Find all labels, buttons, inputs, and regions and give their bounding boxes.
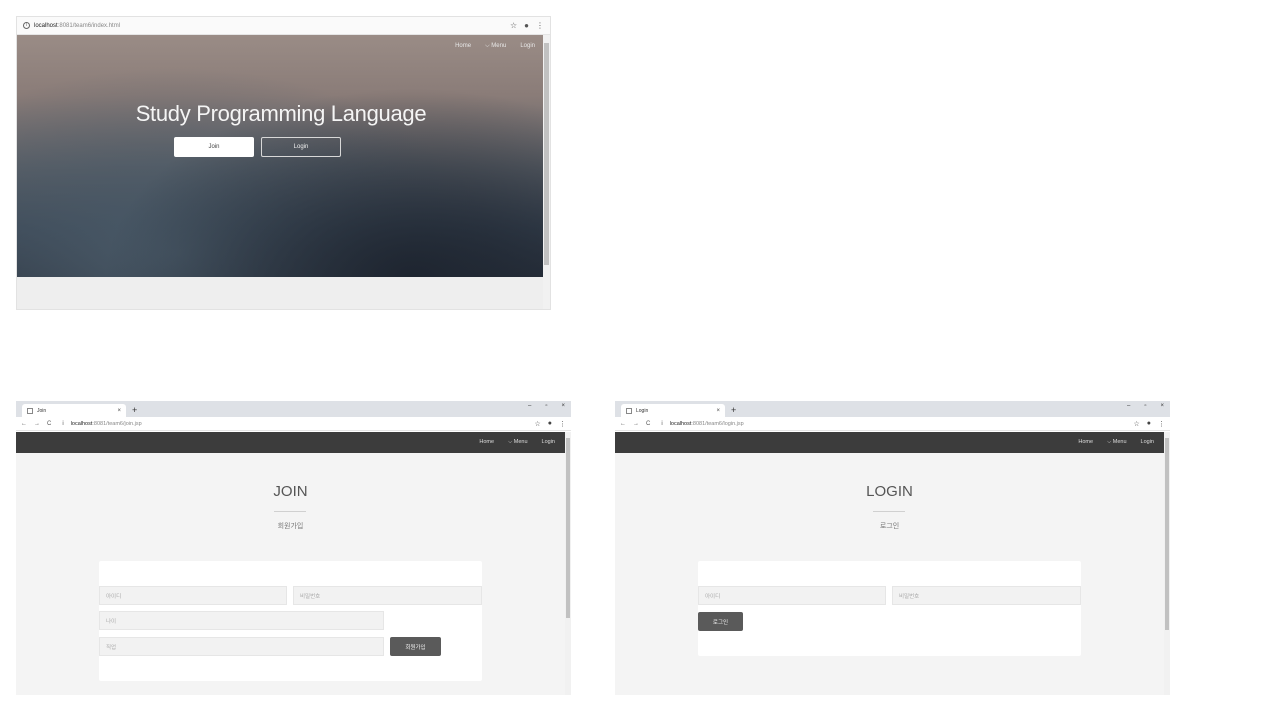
url-host: localhost xyxy=(34,22,58,29)
join-content: JOIN 회원가입 아이디 비밀번호 나이 직업 회원가입 xyxy=(16,453,565,695)
url-host: localhost xyxy=(70,420,93,427)
new-tab-button[interactable]: + xyxy=(731,405,736,415)
address-bar[interactable]: i localhost :8081/team6/join.jsp xyxy=(62,421,141,427)
page-subtitle: 로그인 xyxy=(879,523,900,530)
restore-icon[interactable]: ▫ xyxy=(1144,403,1146,409)
kebab-menu-icon[interactable]: ⋮ xyxy=(536,21,544,30)
scrollbar[interactable] xyxy=(1164,432,1170,695)
info-icon[interactable]: i xyxy=(661,421,662,427)
login-page-screenshot: Login × + – ▫ × ← → C i localhost :8081/… xyxy=(615,401,1170,695)
nav-home[interactable]: Home xyxy=(1078,439,1093,446)
site-navbar: Home ⌵ Menu Login xyxy=(615,432,1164,453)
tab-title: Login xyxy=(636,407,649,414)
url-path: :8081/team6/login.jsp xyxy=(691,420,744,427)
kebab-menu-icon[interactable]: ⋮ xyxy=(559,420,566,428)
account-icon[interactable]: ● xyxy=(1147,420,1151,427)
account-icon[interactable]: ● xyxy=(548,420,552,427)
favicon-icon xyxy=(626,407,632,414)
url-path: :8081/team6/index.html xyxy=(57,22,121,29)
toolbar: ← → C i localhost :8081/team6/login.jsp … xyxy=(615,417,1170,431)
back-icon[interactable]: ← xyxy=(21,421,27,427)
password-input[interactable]: 비밀번호 xyxy=(293,586,482,605)
job-input[interactable]: 직업 xyxy=(99,637,384,656)
address-bar[interactable]: i localhost :8081/team6/index.html ☆ ● ⋮ xyxy=(17,17,550,35)
nav-menu[interactable]: ⌵ Menu xyxy=(508,439,527,446)
reload-icon[interactable]: C xyxy=(47,421,51,427)
nav-home[interactable]: Home xyxy=(455,43,471,50)
tab-join[interactable]: Join × xyxy=(22,404,126,417)
account-icon[interactable]: ● xyxy=(524,21,529,30)
page-title: LOGIN xyxy=(866,483,913,500)
tab-strip: Login × + – ▫ × xyxy=(615,401,1170,417)
hero-title: Study Programming Language xyxy=(135,101,427,126)
star-icon[interactable]: ☆ xyxy=(510,21,517,30)
scrollbar-thumb[interactable] xyxy=(566,438,570,618)
nav-menu[interactable]: ⌵ Menu xyxy=(485,43,506,50)
tab-close-icon[interactable]: × xyxy=(117,408,121,414)
join-submit-button[interactable]: 회원가입 xyxy=(390,637,441,656)
nav-login[interactable]: Login xyxy=(520,43,535,50)
id-input[interactable]: 아이디 xyxy=(698,586,886,605)
nav-home[interactable]: Home xyxy=(479,439,494,446)
info-icon[interactable]: i xyxy=(62,421,63,427)
window-close-icon[interactable]: × xyxy=(561,403,565,409)
tab-close-icon[interactable]: × xyxy=(716,408,720,414)
restore-icon[interactable]: ▫ xyxy=(545,403,547,409)
minimize-icon[interactable]: – xyxy=(528,403,531,409)
page-footer-area xyxy=(17,277,545,309)
nav-menu[interactable]: ⌵ Menu xyxy=(1107,439,1126,446)
forward-icon[interactable]: → xyxy=(34,421,40,427)
login-submit-button[interactable]: 로그인 xyxy=(698,612,743,631)
index-page-screenshot: i localhost :8081/team6/index.html ☆ ● ⋮… xyxy=(16,16,551,310)
nav-login[interactable]: Login xyxy=(1141,439,1154,446)
site-navbar: Home ⌵ Menu Login xyxy=(16,432,565,453)
forward-icon[interactable]: → xyxy=(633,421,639,427)
star-icon[interactable]: ☆ xyxy=(534,420,540,428)
nav-login[interactable]: Login xyxy=(542,439,555,446)
join-form-card: 아이디 비밀번호 나이 직업 회원가입 xyxy=(99,561,482,681)
login-content: LOGIN 로그인 아이디 비밀번호 로그인 xyxy=(615,453,1164,695)
back-icon[interactable]: ← xyxy=(620,421,626,427)
scrollbar-thumb[interactable] xyxy=(544,43,549,265)
page-title: JOIN xyxy=(273,483,308,500)
tab-title: Join xyxy=(37,407,47,414)
tab-strip: Join × + – ▫ × xyxy=(16,401,571,417)
login-form-card: 아이디 비밀번호 로그인 xyxy=(698,561,1081,656)
address-bar[interactable]: i localhost :8081/team6/login.jsp xyxy=(661,421,743,427)
scrollbar[interactable] xyxy=(543,35,550,309)
window-close-icon[interactable]: × xyxy=(1160,403,1164,409)
new-tab-button[interactable]: + xyxy=(132,405,137,415)
info-icon[interactable]: i xyxy=(23,22,30,29)
minimize-icon[interactable]: – xyxy=(1127,403,1130,409)
join-page-screenshot: Join × + – ▫ × ← → C i localhost :8081/t… xyxy=(16,401,571,695)
join-button[interactable]: Join xyxy=(174,137,254,157)
scrollbar-thumb[interactable] xyxy=(1165,438,1169,630)
hero-section: Home ⌵ Menu Login Study Programming Lang… xyxy=(17,35,545,277)
age-input[interactable]: 나이 xyxy=(99,611,384,630)
password-input[interactable]: 비밀번호 xyxy=(892,586,1081,605)
url-path: :8081/team6/join.jsp xyxy=(92,420,142,427)
star-icon[interactable]: ☆ xyxy=(1133,420,1139,428)
url-host: localhost xyxy=(669,420,692,427)
toolbar: ← → C i localhost :8081/team6/join.jsp ☆… xyxy=(16,417,571,431)
page-subtitle: 회원가입 xyxy=(277,523,304,530)
title-divider xyxy=(274,511,306,512)
tab-login[interactable]: Login × xyxy=(621,404,725,417)
id-input[interactable]: 아이디 xyxy=(99,586,287,605)
title-divider xyxy=(873,511,905,512)
scrollbar[interactable] xyxy=(565,432,571,695)
reload-icon[interactable]: C xyxy=(646,421,650,427)
top-nav: Home ⌵ Menu Login xyxy=(455,43,535,50)
kebab-menu-icon[interactable]: ⋮ xyxy=(1158,420,1165,428)
login-button[interactable]: Login xyxy=(261,137,341,157)
favicon-icon xyxy=(27,407,33,414)
